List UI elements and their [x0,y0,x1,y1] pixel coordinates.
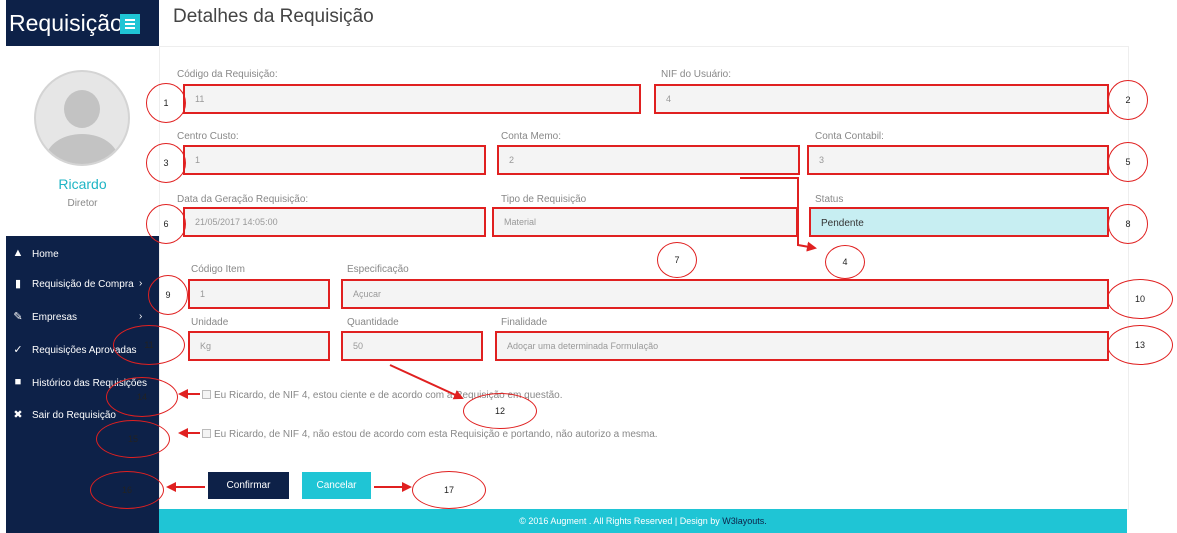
disagree-option[interactable]: Eu Ricardo, de NIF 4, não estou de acord… [202,429,658,440]
conta-memo-field[interactable]: 2 [497,145,800,175]
user-role: Diretor [67,198,98,209]
thumbs-up-icon: ✓ [13,344,23,356]
sidebar-brand: Requisição [6,0,159,46]
annotation-2: 2 [1108,80,1148,120]
disagree-text: Eu Ricardo, de NIF 4, não estou de acord… [214,429,658,440]
home-icon: ▲ [12,247,24,259]
centro-custo-field[interactable]: 1 [183,145,486,175]
data-geracao-label: Data da Geração Requisição: [177,194,309,205]
chevron-right-icon: › [139,311,143,322]
finalidade-label: Finalidade [501,317,548,328]
content-panel [159,46,1129,510]
annotation-16: 16 [90,471,164,509]
especificacao-label: Especificação [347,264,409,275]
annotation-12: 12 [463,393,537,429]
codigo-requisicao-label: Código da Requisição: [177,69,278,80]
app-title[interactable]: Requisição [9,10,123,37]
finalidade-field[interactable]: Adoçar uma determinada Formulação [495,331,1109,361]
nif-usuario-label: NIF do Usuário: [661,69,732,80]
footer-link[interactable]: W3layouts. [722,516,767,526]
agree-checkbox[interactable] [202,390,211,399]
sidebar-item-label: Sair do Requisição [32,410,116,421]
sidebar-item-label: Empresas [32,312,78,323]
sidebar-item-requisicao-compra[interactable]: ▮ Requisição de Compra › [6,274,159,298]
status-field[interactable]: Pendente [809,207,1109,237]
annotation-11: 11 [113,325,185,365]
wrench-icon: ✎ [13,311,23,323]
sidebar-item-label: Home [32,249,59,260]
close-icon: ✖ [13,409,23,421]
annotation-5: 5 [1108,142,1148,182]
user-profile: Ricardo Diretor [6,46,159,236]
tipo-requisicao-field[interactable]: Material [492,207,798,237]
conta-contabil-field[interactable]: 3 [807,145,1109,175]
book-icon: ■ [14,376,22,388]
quantidade-label: Quantidade [347,317,399,328]
disagree-checkbox[interactable] [202,429,211,438]
footer: © 2016 Augment . All Rights Reserved | D… [159,509,1127,533]
sidebar-item-home[interactable]: ▲ Home [6,244,159,268]
avatar [34,70,130,166]
annotation-8: 8 [1108,204,1148,244]
annotation-9: 9 [148,275,188,315]
confirm-button[interactable]: Confirmar [208,472,289,499]
footer-text: © 2016 Augment . All Rights Reserved | D… [519,516,723,526]
data-geracao-field[interactable]: 21/05/2017 14:05:00 [183,207,486,237]
annotation-4: 4 [825,245,865,279]
annotation-3: 3 [146,143,186,183]
document-icon: ▮ [14,278,22,290]
conta-memo-label: Conta Memo: [501,131,562,142]
conta-contabil-label: Conta Contabil: [815,131,884,142]
user-name: Ricardo [58,176,107,192]
tipo-requisicao-label: Tipo de Requisição [501,194,587,205]
annotation-7: 7 [657,242,697,278]
chevron-right-icon: › [139,278,143,289]
codigo-item-label: Código Item [191,264,245,275]
annotation-15: 15 [96,420,170,458]
page-title: Detalhes da Requisição [173,6,374,27]
codigo-item-field[interactable]: 1 [188,279,330,309]
nif-usuario-field[interactable]: 4 [654,84,1109,114]
annotation-1: 1 [146,83,186,123]
unidade-label: Unidade [191,317,229,328]
annotation-10: 10 [1107,279,1173,319]
sidebar-item-label: Requisição de Compra [32,279,134,290]
centro-custo-label: Centro Custo: [177,131,239,142]
annotation-6: 6 [146,204,186,244]
annotation-17: 17 [412,471,486,509]
especificacao-field[interactable]: Açucar [341,279,1109,309]
annotation-13: 13 [1107,325,1173,365]
unidade-field[interactable]: Kg [188,331,330,361]
status-label: Status [815,194,844,205]
annotation-14: 14 [106,377,178,417]
codigo-requisicao-field[interactable]: 11 [183,84,641,114]
quantidade-field[interactable]: 50 [341,331,483,361]
cancel-button[interactable]: Cancelar [302,472,371,499]
menu-toggle-icon[interactable] [120,14,140,34]
